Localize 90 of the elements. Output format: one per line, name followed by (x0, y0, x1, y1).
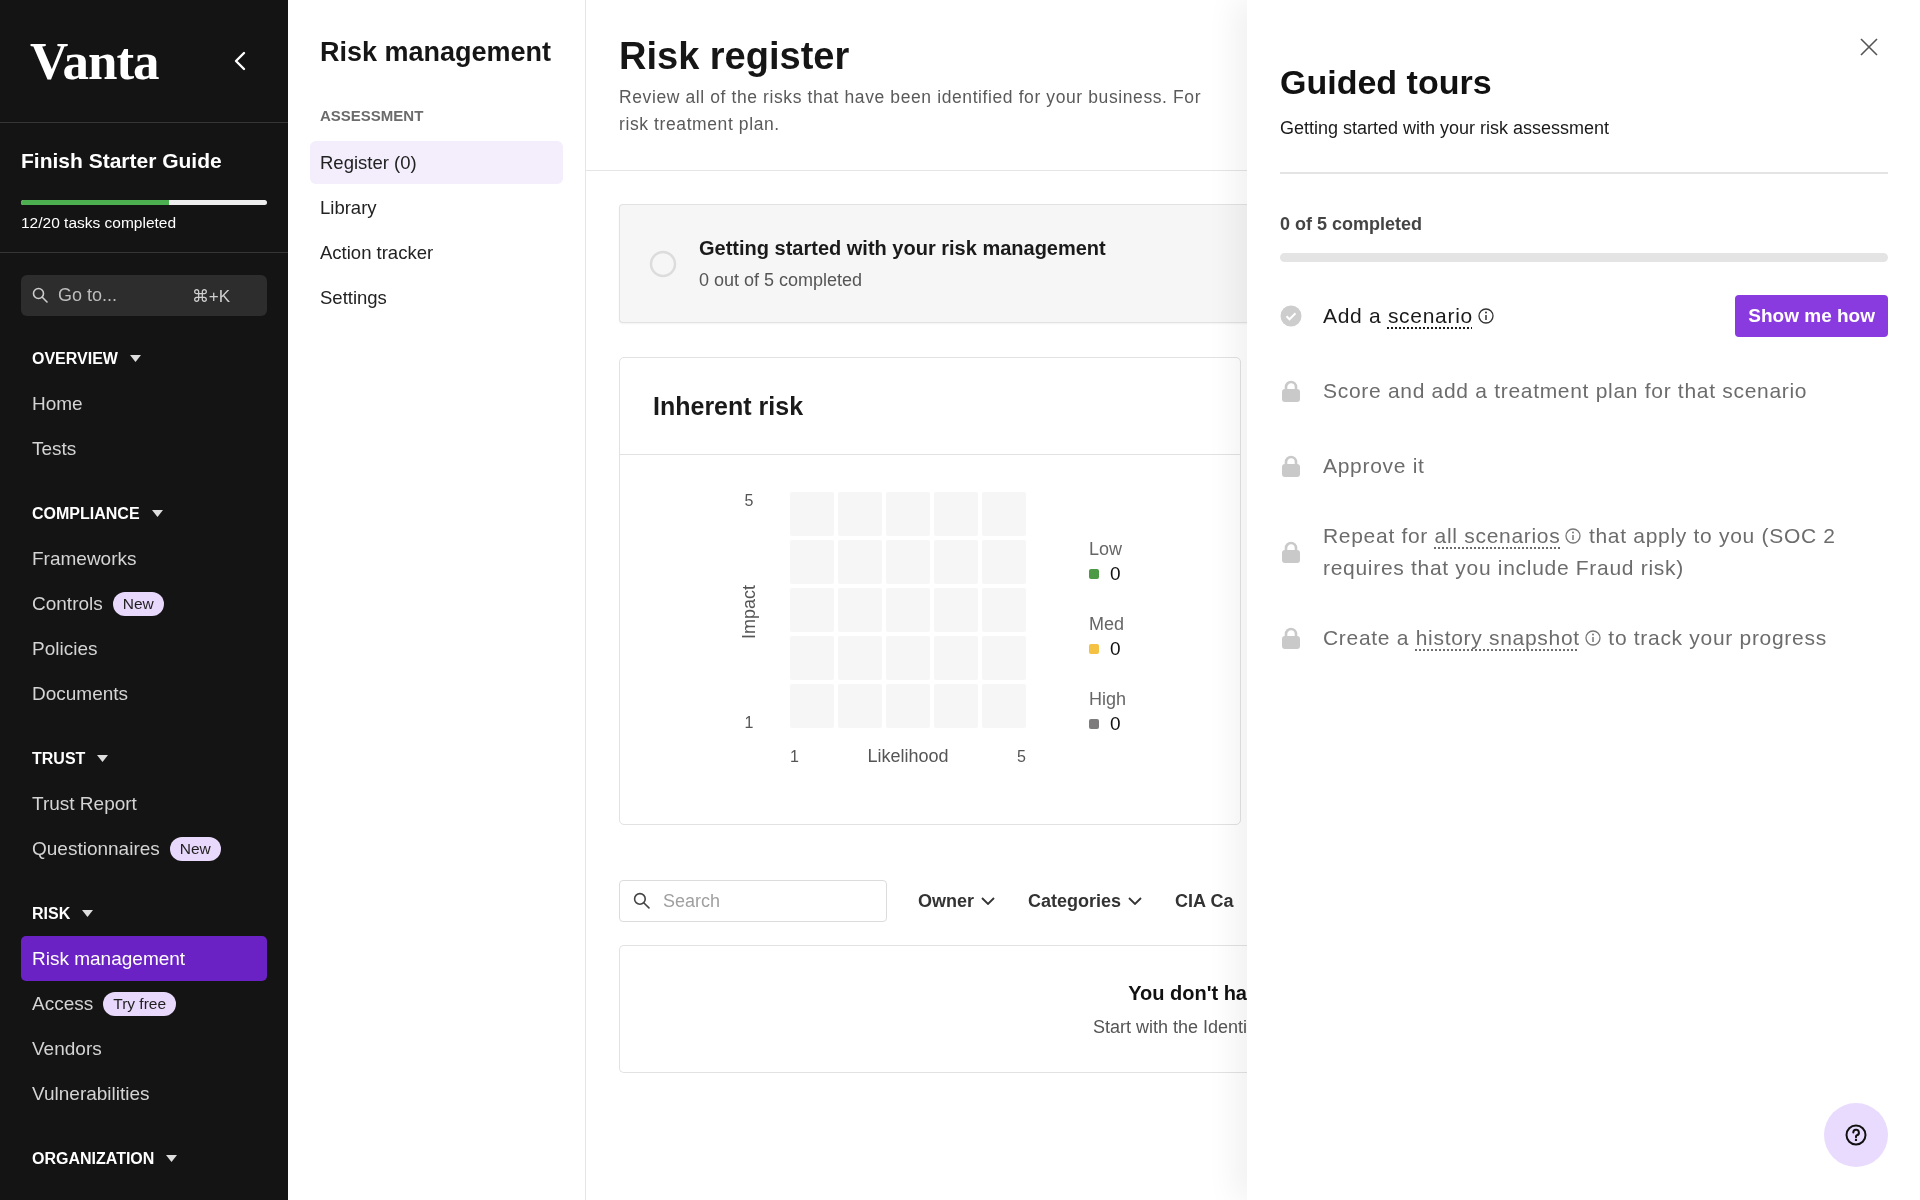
panel-title: Guided tours (1280, 62, 1493, 102)
guide-title: Finish Starter Guide (21, 148, 223, 174)
section-toggle[interactable]: TRUST (22, 736, 119, 781)
filter-dropdown[interactable]: Categories (1028, 890, 1143, 912)
subnav-item[interactable]: Action tracker (310, 231, 563, 274)
term-link[interactable]: scenario (1387, 304, 1473, 327)
nav-item[interactable]: Frameworks (21, 536, 267, 581)
term-link[interactable]: history snapshot (1415, 626, 1580, 649)
chevron-down-icon (1128, 897, 1143, 905)
nav-label: Questionnaires (32, 837, 160, 860)
nav-item[interactable]: Trust Report (21, 781, 267, 826)
step-text: Create a history snapshot to track your progress (1323, 625, 1828, 651)
step-text: Score and add a treatment plan for that scenario (1323, 378, 1809, 404)
subnav-item[interactable]: Settings (310, 276, 563, 319)
nav-item[interactable]: Policies (21, 626, 267, 671)
step-text: Repeat for all scenarios that apply to you (SOC 2 requires that you include Fraud risk) (1323, 523, 1837, 581)
nav-label: Access (32, 992, 94, 1015)
nav-label: Controls (32, 592, 103, 615)
legend-count: 0 (1110, 563, 1121, 585)
nav-item[interactable]: Vendors (21, 1026, 267, 1071)
nav-label: Vulnerabilities (32, 1082, 150, 1105)
badge: New (112, 591, 164, 616)
step-text: Add a scenario (1323, 300, 1736, 332)
info-icon (1565, 528, 1582, 544)
guide-card[interactable]: Getting started with your risk management 0 out of 5 completed (619, 204, 1247, 323)
nav-item[interactable]: Vulnerabilities (21, 1071, 267, 1116)
chevron-left-icon (234, 51, 246, 71)
legend-label: High (1089, 688, 1127, 711)
close-button[interactable] (1858, 36, 1880, 58)
badge: New (169, 836, 221, 861)
nav-label: Policies (32, 637, 98, 660)
axis-label: Impact (738, 585, 760, 639)
card-title: Getting started with your risk management (699, 236, 1106, 260)
nav-item[interactable]: Controls New (21, 581, 267, 626)
nav-item[interactable]: Questionnaires New (21, 826, 267, 871)
search-icon (32, 287, 48, 303)
logo: Vanta (30, 31, 159, 91)
chevron-down-icon (981, 897, 995, 905)
search-icon (633, 892, 650, 909)
card-progress: 0 out of 5 completed (699, 269, 864, 291)
nav-item[interactable]: Risk management (21, 936, 267, 981)
nav-label: Risk management (32, 947, 186, 970)
panel-subtitle: Getting started with your risk assessment (1280, 116, 1888, 174)
nav-item[interactable]: Tests (21, 426, 267, 471)
search-field[interactable]: Search (619, 880, 887, 922)
term-link[interactable]: all scenarios (1434, 524, 1561, 547)
help-icon (1845, 1124, 1867, 1146)
nav-label: Tests (32, 437, 77, 460)
empty-title: You don't ha (1128, 982, 1247, 1005)
nav-label: Trust Report (32, 792, 137, 815)
step-text: Approve it (1323, 453, 1426, 479)
filter-dropdown[interactable]: Owner (918, 890, 995, 912)
progress-text: 12/20 tasks completed (21, 213, 178, 233)
group-label: ASSESSMENT (320, 106, 425, 126)
nav-item[interactable]: Access Try free (21, 981, 267, 1026)
axis-tick: 5 (1017, 747, 1026, 766)
nav-item[interactable]: Home (21, 381, 267, 426)
legend-count: 0 (1110, 638, 1121, 660)
section-toggle[interactable]: COMPLIANCE (22, 491, 173, 536)
nav-label: Frameworks (32, 547, 137, 570)
page-title: Risk register (619, 34, 851, 78)
nav-label: Documents (32, 682, 129, 705)
show-me-how-button[interactable]: Show me how (1735, 295, 1888, 337)
legend-label: Med (1089, 613, 1125, 636)
page-description: risk treatment plan. (619, 113, 781, 136)
nav-label: Home (32, 392, 83, 415)
legend-label: Low (1089, 538, 1124, 561)
info-icon (1477, 308, 1494, 324)
progress-text: 0 of 5 completed (1280, 213, 1424, 236)
page-description: Review all of the risks that have been identified for your business. For (619, 86, 1203, 109)
shortcut-hint: ⌘+K (191, 286, 230, 307)
subnav-item[interactable]: Library (310, 186, 563, 229)
card-title: Inherent risk (620, 358, 1240, 455)
axis-label: Likelihood (867, 746, 949, 767)
filter-dropdown[interactable]: CIA Ca (1175, 890, 1234, 912)
axis-tick: 1 (790, 747, 799, 766)
section-toggle[interactable]: RISK (22, 891, 104, 936)
section-toggle[interactable]: OVERVIEW (22, 336, 151, 381)
info-icon (1584, 630, 1601, 646)
subnav-item[interactable]: Register (0) (310, 141, 563, 184)
nav-label: Vendors (32, 1037, 102, 1060)
legend-count: 0 (1110, 713, 1121, 735)
section-title: Risk management (320, 36, 553, 69)
empty-text: Start with the Identi (1092, 1017, 1247, 1038)
nav-item[interactable]: Documents (21, 671, 267, 716)
section-toggle[interactable]: ORGANIZATION (22, 1136, 188, 1181)
axis-tick: 5 (744, 492, 754, 510)
badge: Try free (103, 991, 177, 1016)
axis-tick: 1 (744, 714, 754, 732)
close-icon (1860, 38, 1878, 56)
